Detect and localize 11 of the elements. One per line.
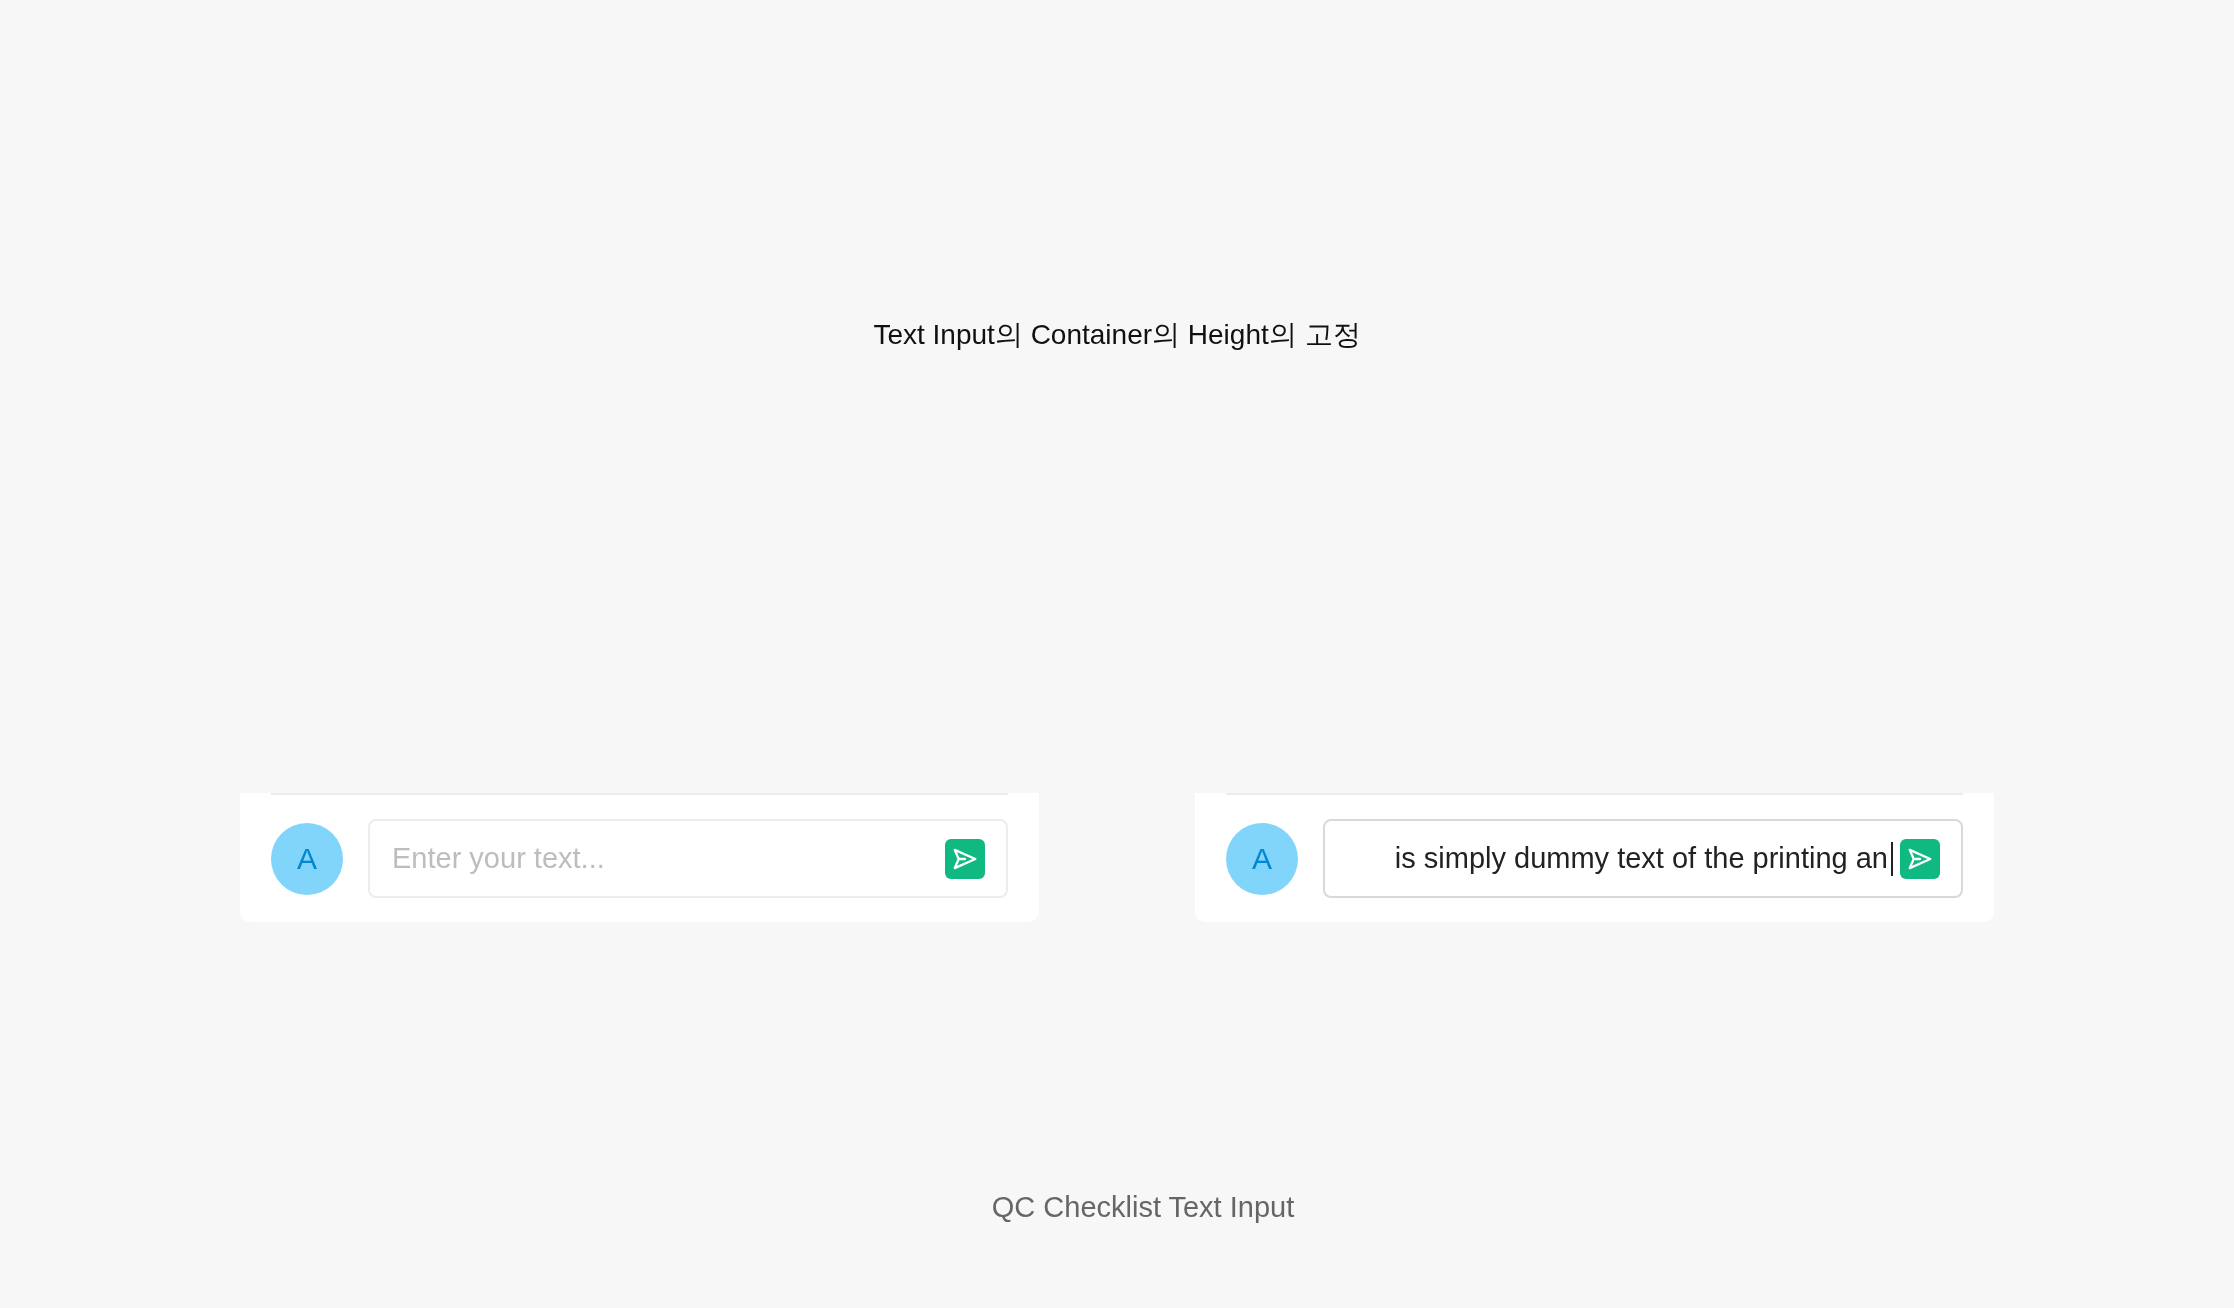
text-cursor-icon (1891, 841, 1893, 876)
send-icon (1908, 847, 1932, 870)
text-input-field[interactable]: is simply dummy text of the printing an (1323, 819, 1963, 898)
send-button[interactable] (1900, 838, 1940, 879)
send-button[interactable] (945, 838, 985, 879)
page-title: Text Input의 Container의 Height의 고정 (873, 318, 1361, 352)
text-input-field[interactable]: Enter your text... (368, 819, 1008, 898)
send-icon (953, 847, 977, 870)
avatar: A (271, 822, 343, 895)
avatar: A (1226, 822, 1298, 895)
caption-text: QC Checklist Text Input (991, 1190, 1295, 1224)
